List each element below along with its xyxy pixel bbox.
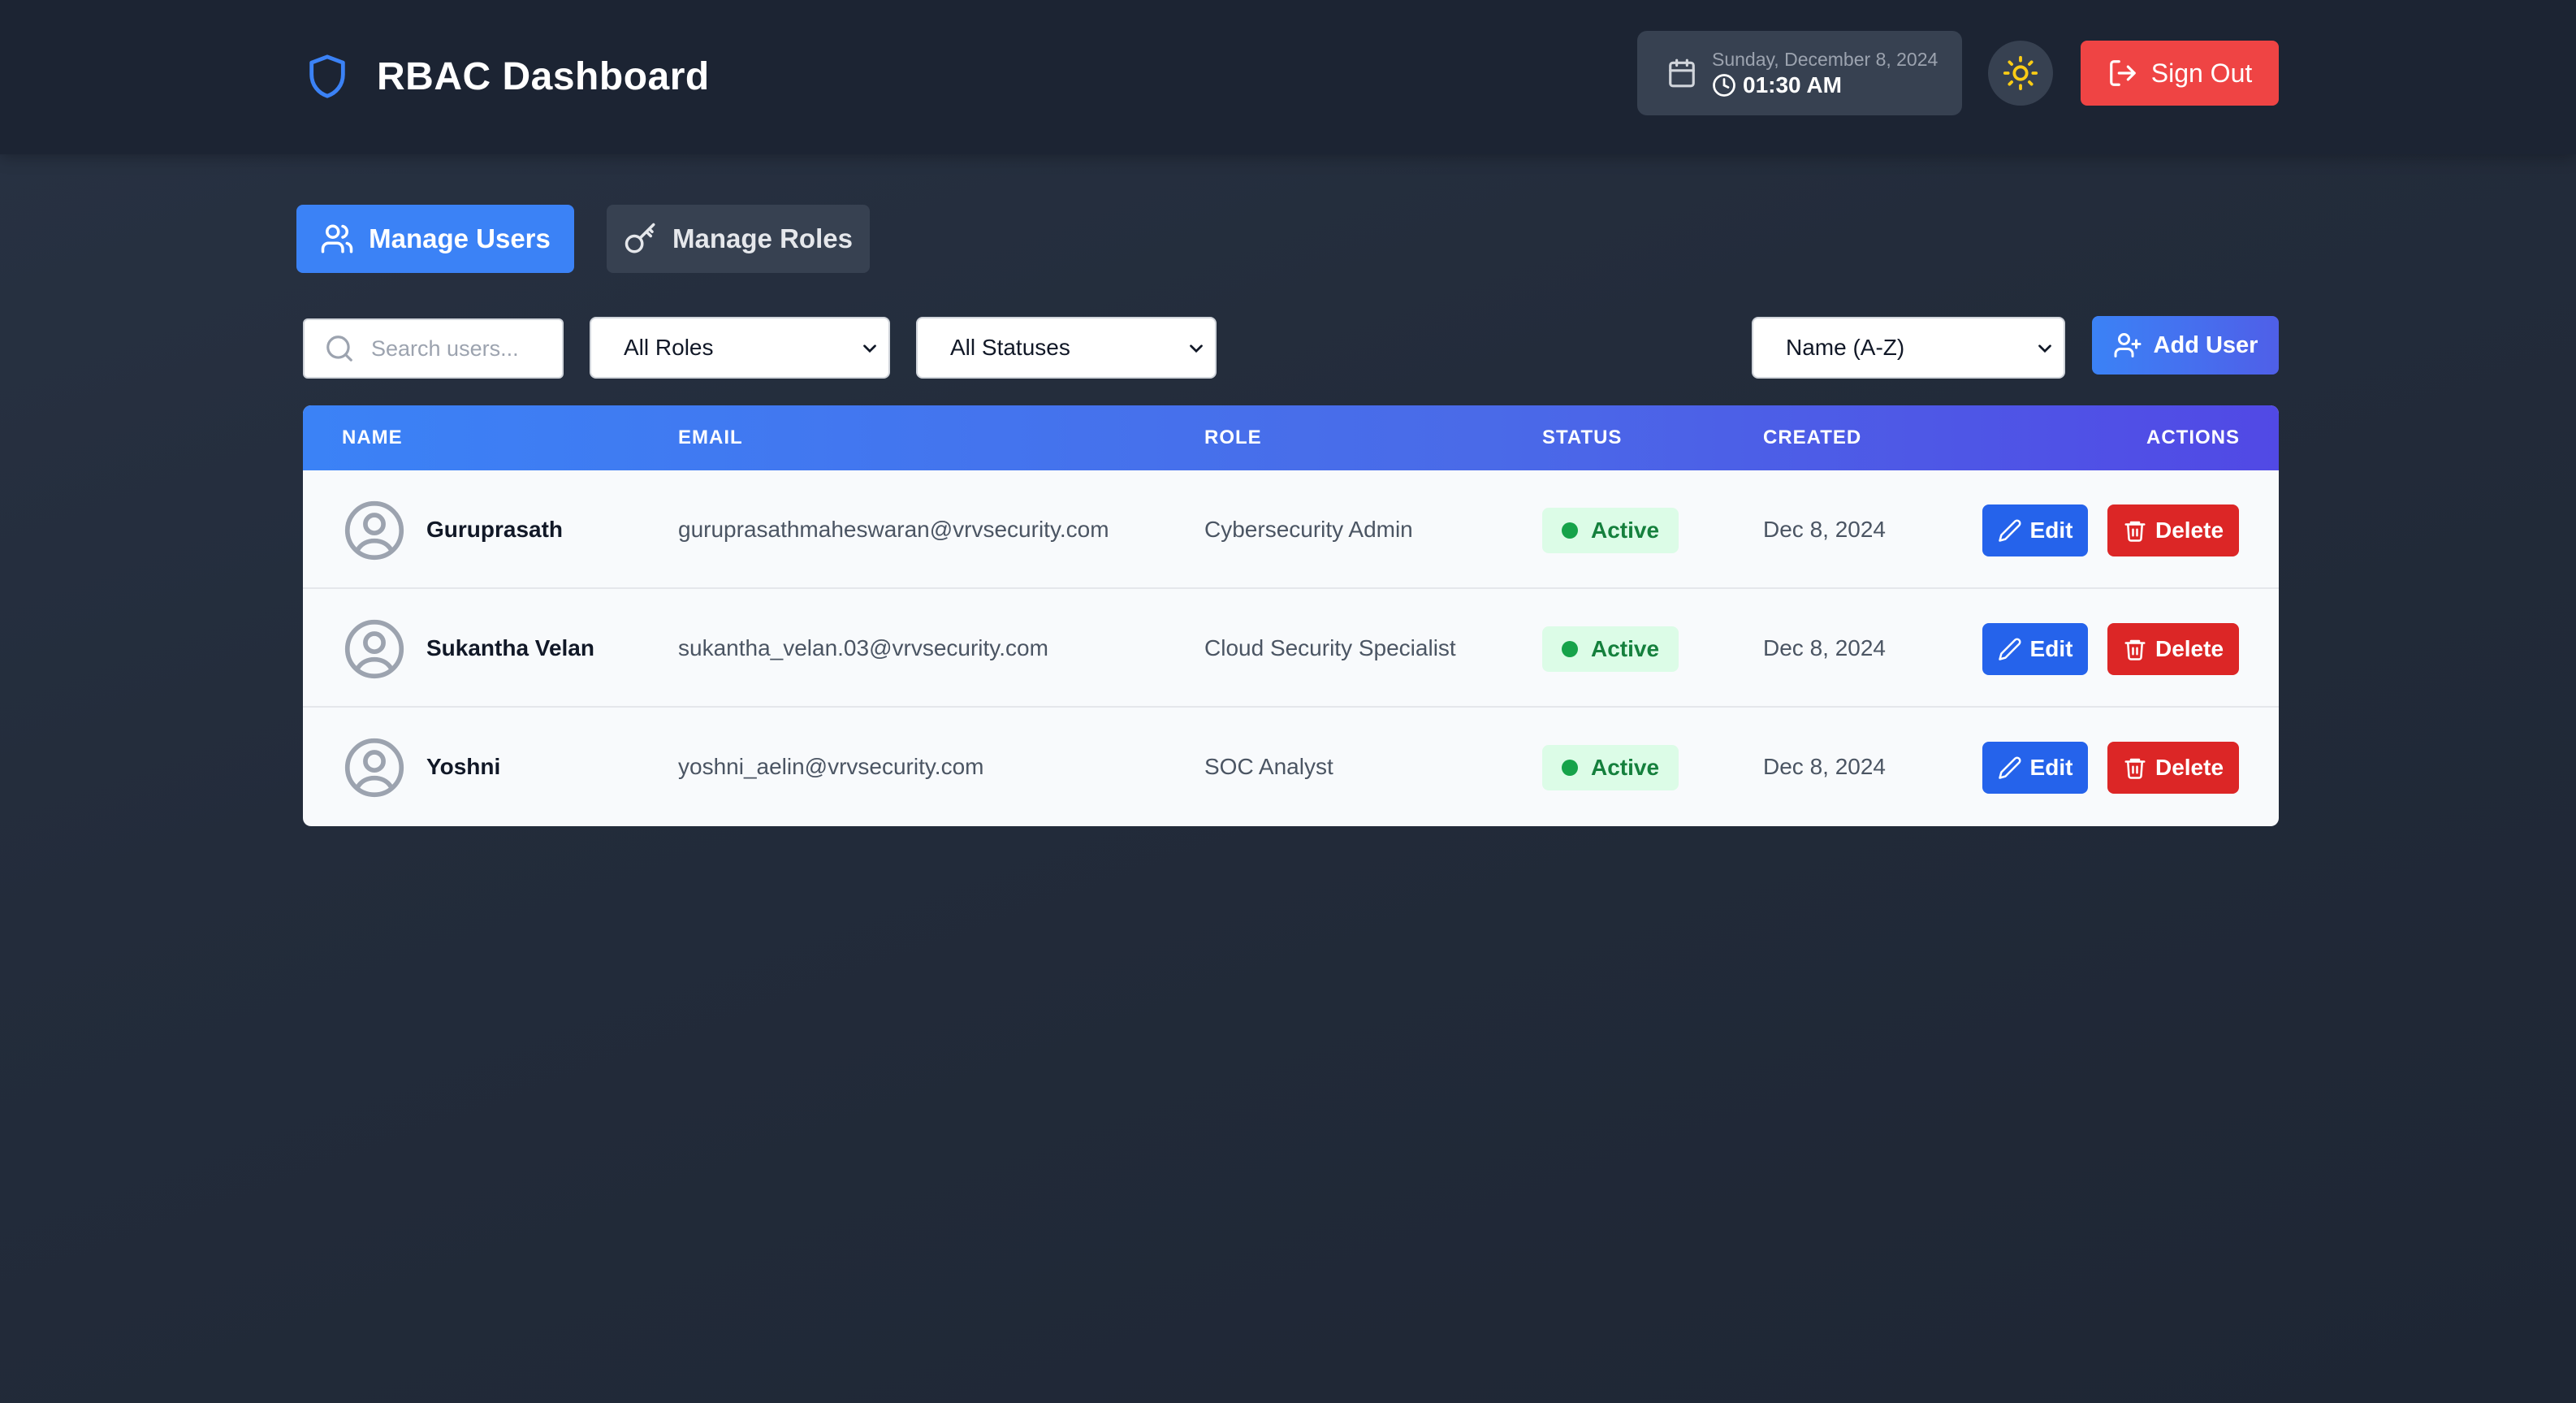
status-badge: Active — [1542, 626, 1679, 672]
status-label: Active — [1591, 517, 1660, 543]
edit-button[interactable]: Edit — [1982, 742, 2088, 794]
role-filter-select[interactable]: All Roles — [590, 317, 890, 379]
delete-button[interactable]: Delete — [2107, 623, 2239, 675]
status-dot — [1562, 760, 1578, 776]
chevron-down-icon — [1190, 344, 1203, 353]
column-header-status: STATUS — [1542, 427, 1623, 448]
column-header-name: NAME — [342, 427, 403, 448]
table-header: NAME EMAIL ROLE STATUS CREATED ACTIONS — [303, 405, 2279, 470]
status-dot — [1562, 641, 1578, 657]
user-circle-icon — [344, 500, 404, 561]
column-header-role: ROLE — [1204, 427, 1262, 448]
clock-icon — [1713, 74, 1735, 97]
search-input[interactable] — [370, 335, 535, 362]
user-email: yoshni_aelin@vrvsecurity.com — [678, 754, 984, 779]
user-role: Cybersecurity Admin — [1204, 517, 1413, 542]
status-badge: Active — [1542, 745, 1679, 790]
delete-label: Delete — [2155, 517, 2224, 543]
created-date: Dec 8, 2024 — [1763, 635, 1886, 660]
trash-icon — [2124, 639, 2146, 660]
edit-button[interactable]: Edit — [1982, 623, 2088, 675]
shield-icon — [309, 54, 345, 98]
tab-label: Manage Roles — [672, 223, 853, 253]
theme-toggle-button[interactable] — [1988, 41, 2053, 106]
search-box — [303, 318, 564, 379]
tab-label: Manage Users — [369, 223, 551, 253]
sort-select[interactable]: Name (A-Z) — [1752, 317, 2065, 379]
user-plus-icon — [2114, 333, 2142, 357]
add-user-button[interactable]: Add User — [2092, 316, 2279, 375]
pencil-icon — [1998, 756, 2021, 779]
key-icon — [625, 223, 655, 253]
sort-value: Name (A-Z) — [1786, 335, 1905, 360]
app-title: RBAC Dashboard — [377, 54, 710, 98]
column-header-created: CREATED — [1763, 427, 1862, 448]
tab-manage-users[interactable]: Manage Users — [296, 205, 574, 273]
current-date: Sunday, December 8, 2024 — [1712, 49, 1938, 70]
brand: RBAC Dashboard — [304, 45, 710, 107]
created-date: Dec 8, 2024 — [1763, 754, 1886, 779]
search-icon — [326, 336, 352, 362]
delete-button[interactable]: Delete — [2107, 742, 2239, 794]
user-name: Guruprasath — [426, 517, 564, 542]
created-date: Dec 8, 2024 — [1763, 517, 1886, 542]
column-header-actions: ACTIONS — [2146, 427, 2240, 448]
user-role: SOC Analyst — [1204, 754, 1333, 779]
trash-icon — [2124, 521, 2146, 542]
top-header: RBAC Dashboard Sunday, December 8, 2024 … — [0, 0, 2576, 154]
table-row: Sukantha Velan sukantha_velan.03@vrvsecu… — [303, 589, 2279, 708]
user-circle-icon — [344, 738, 404, 798]
role-filter-value: All Roles — [624, 335, 714, 360]
column-header-email: EMAIL — [678, 427, 743, 448]
user-name: Yoshni — [426, 754, 501, 779]
edit-label: Edit — [2029, 636, 2073, 661]
user-name: Sukantha Velan — [426, 635, 594, 660]
status-label: Active — [1591, 636, 1660, 661]
tab-manage-roles[interactable]: Manage Roles — [607, 205, 870, 273]
status-label: Active — [1591, 755, 1660, 780]
sign-out-icon — [2109, 60, 2136, 86]
calendar-icon — [1669, 58, 1695, 88]
pencil-icon — [1998, 638, 2021, 660]
edit-button[interactable]: Edit — [1982, 504, 2088, 556]
sign-out-label: Sign Out — [2150, 58, 2253, 88]
datetime-widget: Sunday, December 8, 2024 01:30 AM — [1637, 31, 1962, 115]
user-email: sukantha_velan.03@vrvsecurity.com — [678, 635, 1048, 660]
pencil-icon — [1998, 519, 2021, 542]
user-role: Cloud Security Specialist — [1204, 635, 1456, 660]
current-time: 01:30 AM — [1743, 72, 1842, 97]
user-circle-icon — [344, 619, 404, 679]
status-filter-select[interactable]: All Statuses — [916, 317, 1217, 379]
delete-label: Delete — [2155, 755, 2224, 780]
table-row: Yoshni yoshni_aelin@vrvsecurity.com SOC … — [303, 708, 2279, 826]
delete-label: Delete — [2155, 636, 2224, 661]
users-table: NAME EMAIL ROLE STATUS CREATED ACTIONS G… — [303, 405, 2279, 826]
user-email: guruprasathmaheswaran@vrvsecurity.com — [678, 517, 1109, 542]
trash-icon — [2124, 758, 2146, 779]
add-user-label: Add User — [2153, 331, 2258, 358]
users-icon — [321, 224, 353, 253]
edit-label: Edit — [2029, 517, 2073, 543]
delete-button[interactable]: Delete — [2107, 504, 2239, 556]
table-row: Guruprasath guruprasathmaheswaran@vrvsec… — [303, 470, 2279, 589]
sign-out-button[interactable]: Sign Out — [2081, 41, 2279, 106]
chevron-down-icon — [2038, 344, 2051, 353]
chevron-down-icon — [863, 344, 876, 353]
edit-label: Edit — [2029, 755, 2073, 780]
sun-icon — [2003, 55, 2038, 91]
status-badge: Active — [1542, 508, 1679, 553]
status-filter-value: All Statuses — [950, 335, 1070, 360]
status-dot — [1562, 522, 1578, 539]
